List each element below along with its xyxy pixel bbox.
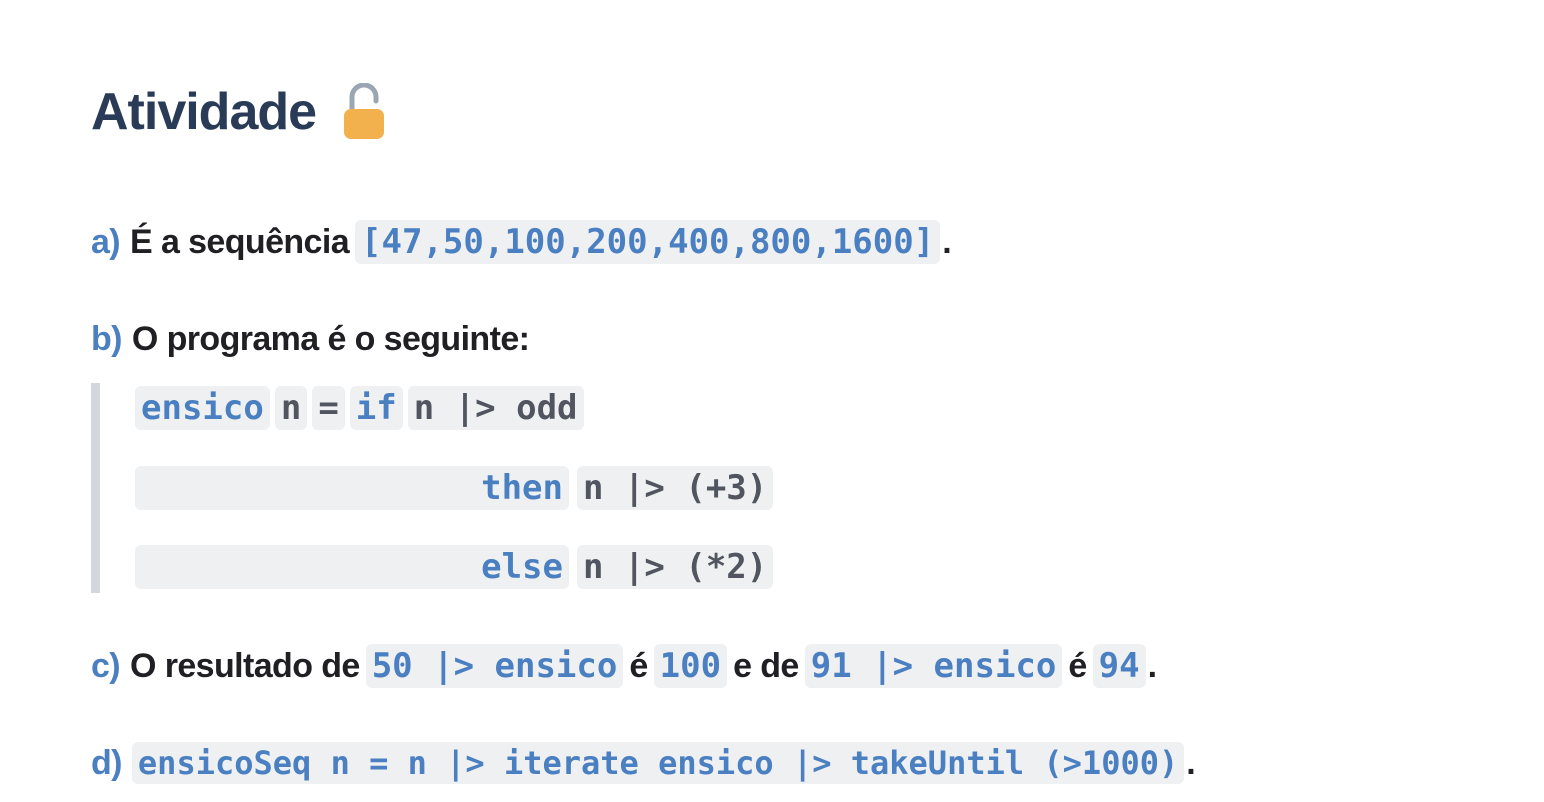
code-token-equals: = — [312, 386, 345, 430]
item-c-text-3: e de — [733, 646, 799, 685]
code-token-if: if — [349, 386, 403, 430]
item-a-end: . — [942, 222, 952, 261]
item-d-end: . — [1186, 743, 1196, 782]
item-d-code: ensicoSeq n = n |> iterate ensico |> tak… — [131, 742, 1185, 784]
item-a-code: [47,50,100,200,400,800,1600] — [355, 220, 941, 264]
code-token-odd: n |> odd — [407, 386, 584, 430]
title-text: Atividade — [91, 83, 317, 141]
code-token-n: n — [274, 386, 308, 430]
item-c-end: . — [1147, 646, 1157, 685]
code-token-plus3: n |> (+3) — [577, 466, 774, 510]
item-a-label: a) — [91, 222, 121, 261]
item-b-label: b) — [91, 320, 123, 358]
item-a-text: É a sequência — [130, 222, 350, 261]
item-d: d) ensicoSeq n = n |> iterate ensico |> … — [91, 742, 1196, 784]
item-c-code-3: 91 |> ensico — [804, 644, 1063, 688]
code-line-1: ensico n = if n |> odd — [135, 386, 589, 430]
item-c-code-4: 94 — [1092, 644, 1146, 688]
code-token-else: else — [135, 545, 569, 589]
open-lock-icon — [342, 82, 386, 141]
item-c-code-1: 50 |> ensico — [365, 644, 624, 688]
item-b-text: O programa é o seguinte: — [131, 320, 530, 358]
item-c-text-4: é — [1068, 646, 1087, 685]
item-d-label: d) — [91, 743, 123, 782]
code-token-ensico: ensico — [135, 386, 270, 430]
item-c-code-2: 100 — [653, 644, 728, 688]
page-title: Atividade — [91, 82, 386, 142]
item-c-text-2: é — [629, 646, 648, 685]
item-c-label: c) — [91, 646, 121, 685]
item-a: a) É a sequência [47,50,100,200,400,800,… — [91, 220, 952, 264]
code-token-times2: n |> (*2) — [577, 545, 774, 589]
item-c-text-1: O resultado de — [130, 646, 360, 685]
code-line-2: then n |> (+3) — [135, 466, 778, 510]
item-c: c) O resultado de 50 |> ensico é 100 e d… — [91, 644, 1157, 688]
code-line-3: else n |> (*2) — [135, 545, 778, 589]
code-block-border — [91, 383, 100, 593]
item-b: b) O programa é o seguinte: — [91, 320, 530, 359]
code-token-then: then — [135, 466, 569, 510]
